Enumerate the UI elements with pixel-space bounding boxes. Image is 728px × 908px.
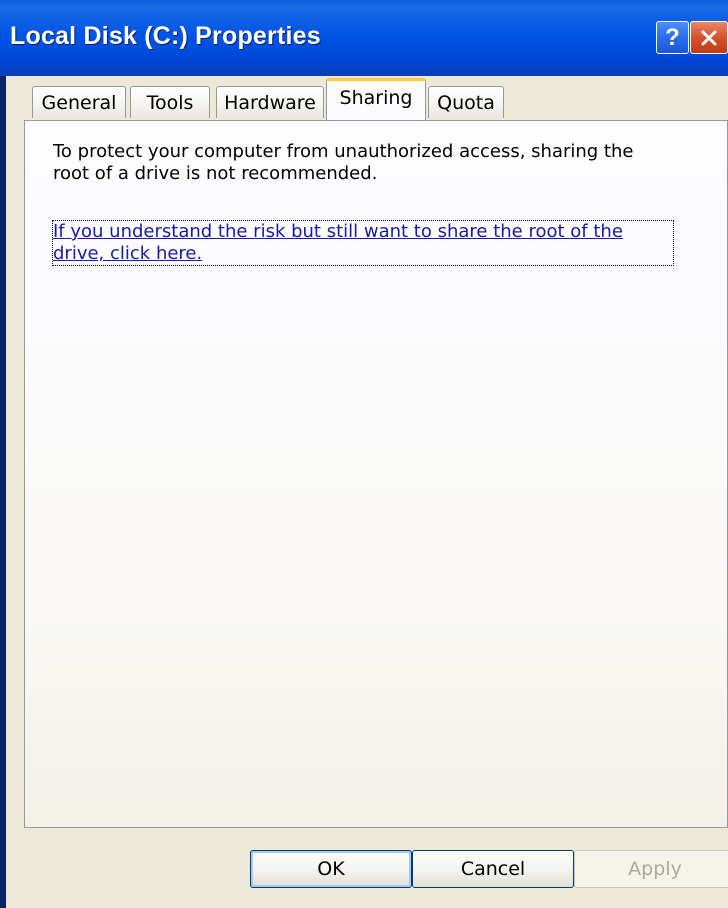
cancel-button[interactable]: Cancel: [412, 850, 574, 888]
dialog-body: General Tools Hardware Sharing Quota To …: [6, 76, 728, 908]
tab-sharing[interactable]: Sharing: [326, 78, 426, 120]
tab-quota[interactable]: Quota: [428, 86, 504, 118]
ok-button[interactable]: OK: [250, 850, 412, 888]
help-button[interactable]: ?: [656, 21, 689, 54]
help-icon: ?: [665, 23, 680, 51]
close-button[interactable]: [690, 21, 728, 54]
title-bar[interactable]: Local Disk (C:) Properties ?: [0, 0, 728, 76]
tab-general[interactable]: General: [32, 86, 126, 118]
sharing-warning-text: To protect your computer from unauthoriz…: [53, 141, 634, 184]
apply-button[interactable]: Apply: [574, 850, 728, 888]
properties-dialog: Local Disk (C:) Properties ? General Too…: [0, 0, 728, 908]
share-root-link[interactable]: If you understand the risk but still wan…: [52, 220, 674, 266]
window-title: Local Disk (C:) Properties: [10, 22, 321, 50]
sharing-panel: To protect your computer from unauthoriz…: [24, 120, 728, 828]
close-icon: [701, 30, 717, 45]
tab-strip: General Tools Hardware Sharing Quota: [6, 76, 728, 120]
tab-tools[interactable]: Tools: [130, 86, 210, 118]
tab-hardware[interactable]: Hardware: [216, 86, 324, 118]
